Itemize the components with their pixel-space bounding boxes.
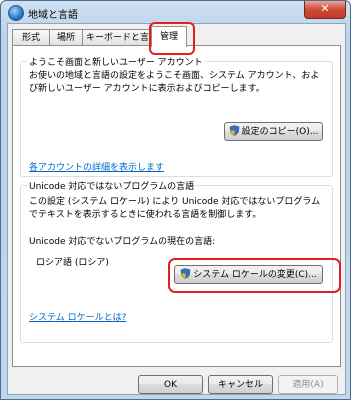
button-highlight-outline: [168, 258, 341, 293]
dialog-window: 地域と言語 ✕ 形式 場所 キーボードと言語 管理 ようこそ画面と新しいユーザー…: [0, 0, 351, 400]
tab-formats[interactable]: 形式: [12, 29, 50, 46]
apply-button[interactable]: 適用(A): [278, 375, 338, 394]
tab-highlight-outline: [149, 22, 195, 55]
account-details-link[interactable]: 各アカウントの詳細を表示します: [29, 160, 164, 173]
tab-keyboards-languages[interactable]: キーボードと言語: [82, 29, 153, 59]
title-bar[interactable]: 地域と言語 ✕: [1, 1, 350, 23]
uac-shield-icon: [229, 125, 240, 136]
tab-location[interactable]: 場所: [49, 29, 83, 46]
group-title: Unicode 対応ではないプログラムの言語: [27, 179, 197, 192]
cancel-button[interactable]: キャンセル: [208, 375, 273, 394]
system-locale-help-link[interactable]: システム ロケールとは?: [29, 310, 126, 323]
window-title: 地域と言語: [28, 10, 78, 21]
copy-settings-label: 設定のコピー(O)...: [241, 127, 319, 137]
tab-panel: ようこそ画面と新しいユーザー アカウント お使いの地域と言語の設定をようこそ画面…: [12, 45, 341, 367]
welcome-screen-group: ようこそ画面と新しいユーザー アカウント お使いの地域と言語の設定をようこそ画面…: [20, 55, 333, 177]
close-button[interactable]: ✕: [304, 1, 346, 19]
group-title: ようこそ画面と新しいユーザー アカウント: [27, 55, 205, 68]
ok-button[interactable]: OK: [138, 375, 203, 394]
current-language-value: ロシア語 (ロシア): [36, 258, 109, 268]
copy-settings-button[interactable]: 設定のコピー(O)...: [224, 122, 323, 141]
dialog-client-area: 形式 場所 キーボードと言語 管理 ようこそ画面と新しいユーザー アカウント お…: [7, 22, 346, 395]
group-description: この設定 (システム ロケール) により Unicode 対応ではないプログラム…: [29, 197, 321, 220]
current-language-label: Unicode 対応でないプログラムの現在の言語:: [29, 237, 216, 247]
group-description: お使いの地域と言語の設定をようこそ画面、システム アカウント、および新しいユーザ…: [29, 71, 320, 94]
globe-icon: [8, 5, 24, 21]
